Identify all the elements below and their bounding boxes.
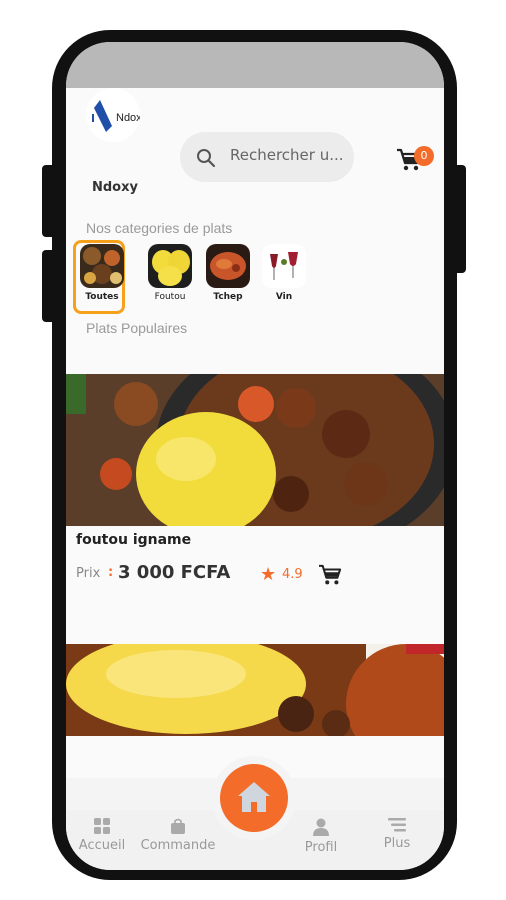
cart-count-badge: 0 — [414, 146, 434, 166]
price-label: Prix — [76, 566, 101, 581]
brand-name: Ndoxy — [92, 180, 138, 195]
category-image — [206, 244, 250, 288]
search-input[interactable]: Rechercher u... — [180, 132, 354, 182]
menu-list-icon — [388, 818, 406, 832]
home-icon — [238, 782, 270, 812]
nav-profil[interactable]: Profil — [298, 818, 344, 855]
volume-up-button — [42, 165, 56, 237]
category-tchep[interactable]: Tchep — [202, 244, 254, 302]
logo-text: Ndox — [116, 112, 140, 124]
dish-image-foutou-igname[interactable] — [66, 374, 444, 526]
dish-image-second[interactable] — [66, 644, 444, 736]
popular-title: Plats Populaires — [86, 320, 188, 336]
dish-name: foutou igname — [76, 532, 192, 548]
categories-title: Nos categories de plats — [86, 220, 233, 236]
nav-label: Profil — [304, 840, 338, 855]
category-vin[interactable]: Vin — [258, 244, 310, 302]
category-image — [262, 244, 306, 288]
category-label: Foutou — [154, 292, 186, 302]
price-separator: : — [108, 565, 114, 580]
grid-icon — [94, 818, 110, 834]
nav-commande[interactable]: Commande — [136, 818, 220, 853]
category-image — [80, 244, 124, 288]
category-toutes[interactable]: Toutes — [73, 240, 128, 314]
nav-plus[interactable]: Plus — [374, 818, 420, 851]
star-icon: ★ — [260, 564, 277, 585]
nav-label: Accueil — [78, 838, 126, 853]
category-foutou[interactable]: Foutou — [144, 244, 196, 302]
nav-label: Commande — [140, 838, 216, 853]
category-label: Tchep — [213, 292, 243, 302]
volume-down-button — [42, 250, 56, 322]
category-image — [148, 244, 192, 288]
category-label: Vin — [275, 292, 293, 302]
rating-value: 4.9 — [282, 567, 303, 582]
nav-accueil[interactable]: Accueil — [76, 818, 128, 853]
app-screen: Ndox Ndoxy Rechercher u... 0 Nos categor… — [66, 42, 444, 870]
user-icon — [313, 818, 329, 836]
status-bar — [66, 42, 444, 88]
brand-logo[interactable]: Ndox — [86, 88, 140, 142]
power-button — [452, 165, 466, 273]
search-icon — [197, 149, 216, 168]
price-value: 3 000 FCFA — [118, 562, 231, 583]
add-to-cart-icon[interactable] — [318, 564, 342, 586]
home-button[interactable] — [220, 764, 288, 832]
search-placeholder: Rechercher u... — [230, 146, 344, 164]
nav-label: Plus — [383, 836, 411, 851]
bag-icon — [171, 818, 185, 834]
